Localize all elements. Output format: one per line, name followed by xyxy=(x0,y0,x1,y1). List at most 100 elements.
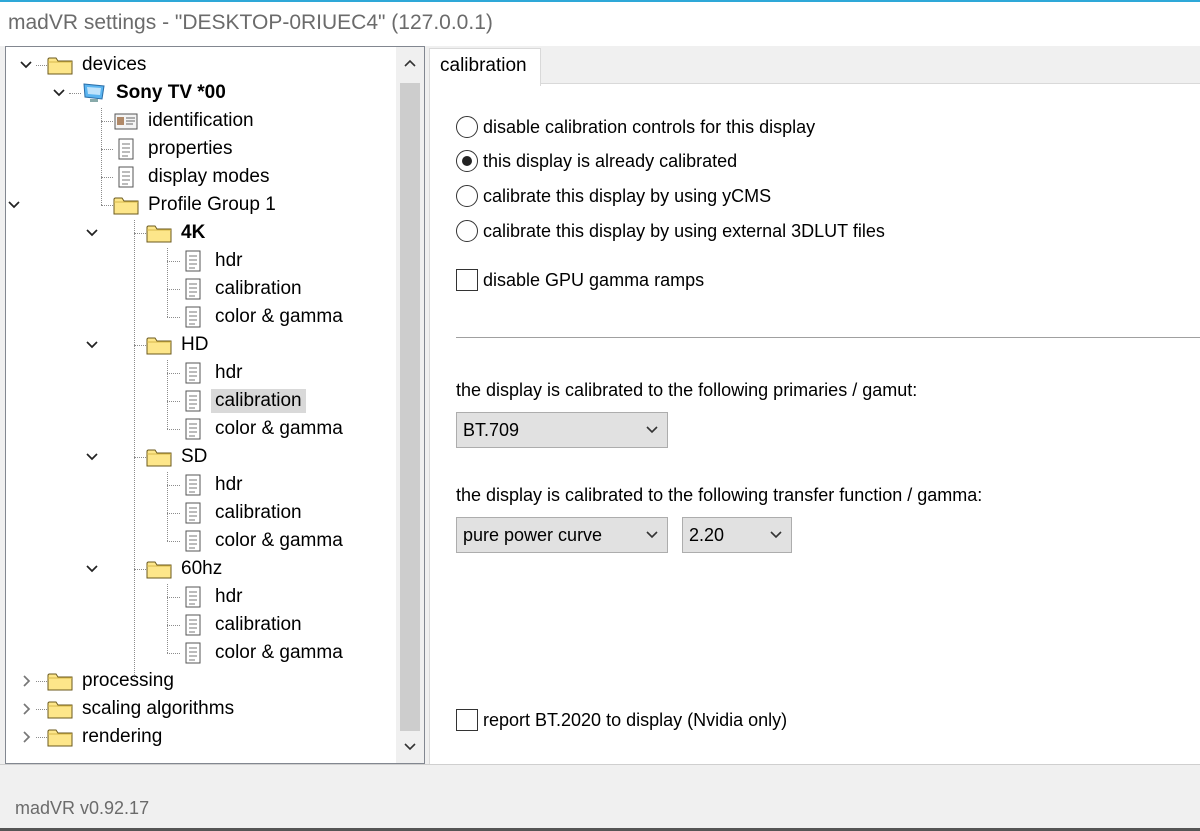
document-icon xyxy=(180,502,206,524)
checkbox-disable-gpu-gamma[interactable]: disable GPU gamma ramps xyxy=(456,267,704,293)
tree-item-4k-hdr[interactable]: hdr xyxy=(6,248,396,274)
tree-item-label: hdr xyxy=(215,250,243,271)
tree-connector-line xyxy=(101,121,113,122)
tree-item-label: processing xyxy=(82,670,174,691)
tree-item-4k-color-gamma[interactable]: color & gamma xyxy=(6,304,396,330)
tree-item-processing[interactable]: processing xyxy=(6,668,396,694)
tree-connector-line xyxy=(36,681,47,682)
radio-3dlut[interactable]: calibrate this display by using external… xyxy=(456,218,885,244)
tree-item-profile-group[interactable]: Profile Group 1 xyxy=(6,192,396,218)
tree-item-60hz-color-gamma[interactable]: color & gamma xyxy=(6,640,396,666)
collapse-chevron-icon[interactable] xyxy=(84,225,100,241)
checkbox[interactable] xyxy=(456,269,478,291)
document-icon xyxy=(113,138,139,160)
tree-item-group-hd[interactable]: HD xyxy=(6,332,396,358)
tree-item-label: 4K xyxy=(181,222,206,243)
scroll-thumb[interactable] xyxy=(400,83,420,731)
radio-already-calibrated[interactable]: this display is already calibrated xyxy=(456,148,737,174)
chevron-up-icon xyxy=(404,59,416,67)
radio-button-selected[interactable] xyxy=(456,150,478,172)
collapse-chevron-icon[interactable] xyxy=(84,449,100,465)
collapse-chevron-icon[interactable] xyxy=(51,85,67,101)
tree-item-group-60hz[interactable]: 60hz xyxy=(6,556,396,582)
tree-connector-line xyxy=(167,289,180,290)
document-icon xyxy=(180,278,206,300)
tree-item-properties[interactable]: properties xyxy=(6,136,396,162)
id-card-icon xyxy=(113,110,139,132)
radio-ycms[interactable]: calibrate this display by using yCMS xyxy=(456,183,771,209)
tree-connector-line xyxy=(167,429,180,430)
collapse-chevron-icon[interactable] xyxy=(84,337,100,353)
tree-item-60hz-hdr[interactable]: hdr xyxy=(6,584,396,610)
settings-tree[interactable]: devices Sony TV *00 identification properti… xyxy=(5,46,425,764)
tree-item-hd-calibration[interactable]: calibration xyxy=(6,388,396,414)
scroll-up-button[interactable] xyxy=(396,47,424,79)
checkbox-report-bt2020[interactable]: report BT.2020 to display (Nvidia only) xyxy=(456,707,787,733)
expand-chevron-icon[interactable] xyxy=(18,729,34,745)
tree-connector-line xyxy=(101,177,113,178)
tree-item-rendering[interactable]: rendering xyxy=(6,724,396,750)
chevron-down-icon xyxy=(404,743,416,751)
tree-scrollbar[interactable] xyxy=(396,47,424,763)
tree-item-group-4k[interactable]: 4K xyxy=(6,220,396,246)
tree-item-sony-tv[interactable]: Sony TV *00 xyxy=(6,80,396,106)
collapse-chevron-icon[interactable] xyxy=(6,197,22,213)
radio-label: calibrate this display by using yCMS xyxy=(483,185,772,206)
document-icon xyxy=(180,250,206,272)
transfer-label: the display is calibrated to the followi… xyxy=(456,485,983,505)
tree-item-devices[interactable]: devices xyxy=(6,52,396,78)
document-icon xyxy=(180,530,206,552)
folder-icon xyxy=(146,446,172,468)
tree-item-4k-calibration[interactable]: calibration xyxy=(6,276,396,302)
tree-item-label: calibration xyxy=(215,278,302,299)
tree-connector-line xyxy=(36,65,47,66)
tree-item-hd-color-gamma[interactable]: color & gamma xyxy=(6,416,396,442)
folder-icon xyxy=(47,698,73,720)
folder-icon xyxy=(146,558,172,580)
checkbox[interactable] xyxy=(456,709,478,731)
tree-item-identification[interactable]: identification xyxy=(6,108,396,134)
tree-item-sd-color-gamma[interactable]: color & gamma xyxy=(6,528,396,554)
tree-item-label: devices xyxy=(82,54,147,75)
radio-button[interactable] xyxy=(456,220,478,242)
tree-item-label: color & gamma xyxy=(215,306,343,327)
folder-icon xyxy=(113,194,139,216)
title-bar: madVR settings - "DESKTOP-0RIUEC4" (127.… xyxy=(0,0,1200,46)
tree-connector-line xyxy=(167,401,180,402)
folder-icon xyxy=(47,726,73,748)
radio-button[interactable] xyxy=(456,185,478,207)
tree-item-display-modes[interactable]: display modes xyxy=(6,164,396,190)
tree-item-label: calibration xyxy=(215,614,302,635)
tree-connector-line xyxy=(167,373,180,374)
folder-icon xyxy=(47,54,73,76)
primaries-dropdown[interactable]: BT.709 xyxy=(456,412,668,448)
expand-chevron-icon[interactable] xyxy=(18,673,34,689)
tree-item-hd-hdr[interactable]: hdr xyxy=(6,360,396,386)
scroll-down-button[interactable] xyxy=(396,731,424,763)
version-text: madVR v0.92.17 xyxy=(15,798,150,818)
radio-button[interactable] xyxy=(456,116,478,138)
tab-strip: calibration xyxy=(429,46,1200,86)
document-icon xyxy=(180,614,206,636)
tab-calibration[interactable]: calibration xyxy=(429,48,541,86)
tree-item-label: Sony TV *00 xyxy=(116,82,226,103)
document-icon xyxy=(180,418,206,440)
transfer-dropdown[interactable]: pure power curve xyxy=(456,517,668,553)
gamma-dropdown[interactable]: 2.20 xyxy=(682,517,792,553)
tree-item-scaling-algorithms[interactable]: scaling algorithms xyxy=(6,696,396,722)
folder-icon xyxy=(47,670,73,692)
tree-item-60hz-calibration[interactable]: calibration xyxy=(6,612,396,638)
tree-connector-line xyxy=(134,345,146,346)
tree-item-sd-hdr[interactable]: hdr xyxy=(6,472,396,498)
tree-item-sd-calibration[interactable]: calibration xyxy=(6,500,396,526)
tree-item-label: color & gamma xyxy=(215,418,343,439)
radio-disable-calibration[interactable]: disable calibration controls for this di… xyxy=(456,114,815,140)
primaries-value: BT.709 xyxy=(463,419,520,440)
expand-chevron-icon[interactable] xyxy=(18,701,34,717)
tree-connector-line xyxy=(101,205,113,206)
tree-item-group-sd[interactable]: SD xyxy=(6,444,396,470)
collapse-chevron-icon[interactable] xyxy=(18,57,34,73)
collapse-chevron-icon[interactable] xyxy=(84,561,100,577)
radio-label: this display is already calibrated xyxy=(483,150,738,171)
calibration-page: disable calibration controls for this di… xyxy=(429,83,1200,764)
